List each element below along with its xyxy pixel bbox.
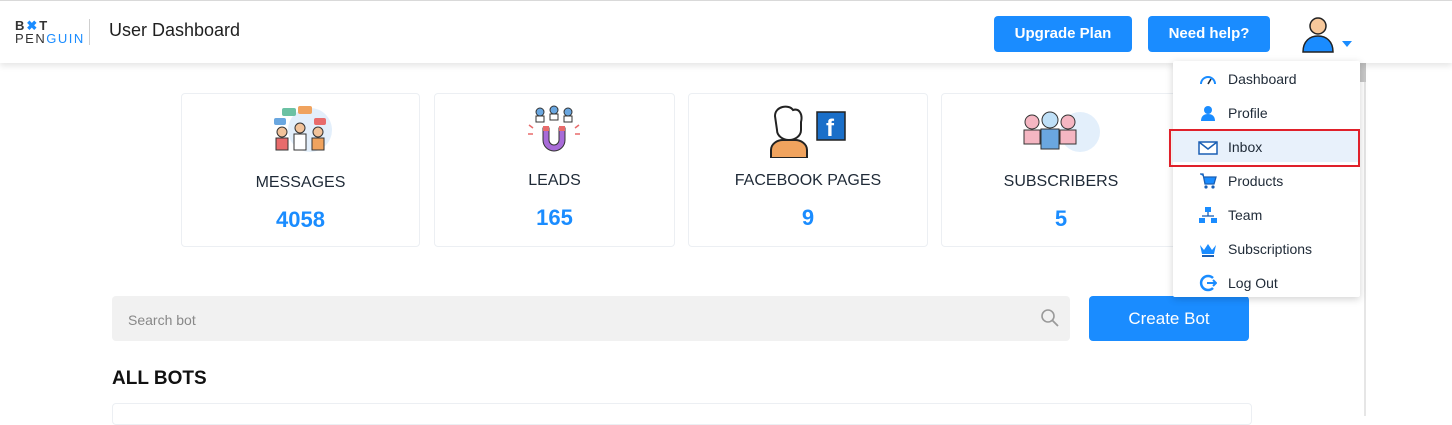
stat-label: MESSAGES: [255, 174, 346, 191]
menu-item-subscriptions[interactable]: Subscriptions: [1173, 232, 1360, 264]
search-icon[interactable]: [1040, 308, 1060, 328]
create-bot-button[interactable]: Create Bot: [1089, 296, 1249, 341]
scrollbar-track[interactable]: [1364, 62, 1366, 416]
stat-label: FACEBOOK PAGES: [734, 172, 882, 189]
search-bot-input[interactable]: [126, 296, 1010, 343]
logo-divider: [89, 19, 90, 45]
stat-card-facebook-pages[interactable]: f FACEBOOK PAGES 9: [688, 93, 928, 247]
stat-value: 4058: [276, 207, 325, 232]
cart-icon: [1200, 173, 1217, 189]
menu-item-label: Products: [1228, 173, 1284, 189]
stat-value: 165: [536, 205, 573, 230]
menu-item-profile[interactable]: Profile: [1173, 96, 1360, 128]
menu-item-team[interactable]: Team: [1173, 198, 1360, 230]
user-dropdown-menu: Dashboard Profile Inbox Products Team Su…: [1173, 61, 1360, 297]
facebook-pages-icon: f: [770, 105, 846, 158]
org-chart-icon: [1199, 207, 1217, 223]
menu-item-log-out[interactable]: Log Out: [1173, 266, 1360, 298]
leads-magnet-icon: [528, 105, 580, 152]
need-help-button[interactable]: Need help?: [1148, 16, 1270, 52]
upgrade-plan-button[interactable]: Upgrade Plan: [994, 16, 1132, 52]
user-avatar-icon[interactable]: [1300, 15, 1336, 53]
stat-label: LEADS: [528, 172, 581, 189]
menu-item-label: Team: [1228, 207, 1263, 223]
scrollbar-thumb[interactable]: [1360, 62, 1366, 82]
stat-card-leads[interactable]: LEADS 165: [434, 93, 675, 247]
user-icon: [1201, 106, 1215, 121]
top-navbar: B✖T PENGUIN User Dashboard Upgrade Plan …: [0, 0, 1452, 63]
menu-item-label: Log Out: [1228, 275, 1278, 291]
bot-list-container: [112, 403, 1252, 425]
page-title: User Dashboard: [109, 20, 241, 40]
chevron-down-icon[interactable]: [1342, 41, 1352, 47]
logo-bottom: PENGUIN: [15, 31, 85, 46]
stat-label: SUBSCRIBERS: [1003, 173, 1119, 190]
menu-item-products[interactable]: Products: [1173, 164, 1360, 196]
search-bar: [112, 296, 1070, 343]
gauge-icon: [1200, 76, 1216, 85]
stat-value: 9: [801, 205, 815, 230]
inbox-highlight-box: [1169, 129, 1360, 167]
menu-item-dashboard[interactable]: Dashboard: [1173, 62, 1360, 94]
all-bots-heading: ALL BOTS: [112, 368, 207, 389]
stat-card-subscribers[interactable]: SUBSCRIBERS 5: [941, 93, 1181, 247]
botpenguin-logo[interactable]: B✖T PENGUIN: [15, 19, 85, 47]
messages-icon: [274, 106, 332, 152]
menu-item-label: Profile: [1228, 105, 1268, 121]
menu-item-label: Subscriptions: [1228, 241, 1313, 257]
stat-card-messages[interactable]: MESSAGES 4058: [181, 93, 420, 247]
subscribers-icon: [1023, 111, 1100, 152]
menu-item-label: Dashboard: [1228, 71, 1297, 87]
crown-icon: [1200, 244, 1216, 257]
stat-value: 5: [1054, 206, 1068, 231]
logout-icon: [1199, 274, 1217, 292]
svg-text:f: f: [826, 115, 835, 142]
